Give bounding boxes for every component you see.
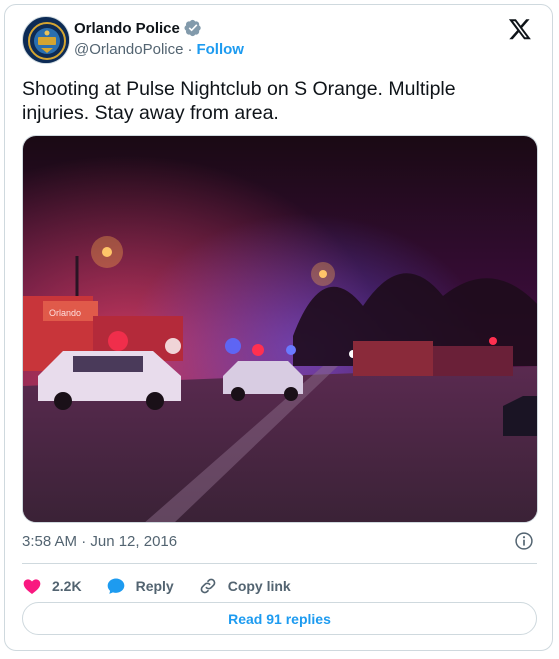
truck-sign-text: Orlando [49,308,81,318]
separator-dot: · [187,41,193,58]
author-name-row: Orlando Police [74,18,202,38]
read-replies-button[interactable]: Read 91 replies [22,602,537,635]
heart-icon [23,579,41,594]
reply-bubble-icon [107,578,124,594]
action-bar: 2.2K Reply Copy link [22,571,315,601]
copy-link-button[interactable]: Copy link [198,576,291,596]
author-handle-row: @OrlandoPolice · Follow [74,41,244,58]
reply-label: Reply [135,578,174,594]
author-avatar[interactable] [22,16,70,64]
link-icon [200,578,216,594]
night-scene-photo: Orlando [23,136,537,522]
reply-button[interactable]: Reply [106,576,174,596]
tweet-text: Shooting at Pulse Nightclub on S Orange.… [22,78,456,124]
x-logo-icon[interactable] [508,17,532,41]
police-badge-logo [24,18,69,63]
follow-button[interactable]: Follow [196,41,244,58]
author-handle[interactable]: @OrlandoPolice [74,41,183,58]
like-button[interactable]: 2.2K [22,576,82,596]
tweet-timestamp[interactable]: 3:58 AM · Jun 12, 2016 [22,533,177,550]
copy-link-label: Copy link [227,578,291,594]
verified-badge-icon [184,19,201,37]
tweet-photo[interactable]: Orlando [22,135,538,523]
like-count: 2.2K [52,578,82,594]
author-name[interactable]: Orlando Police [74,20,180,37]
divider-top [22,563,537,564]
tweet-card: Orlando Police @OrlandoPolice · Follow S… [4,4,553,651]
info-icon[interactable] [514,531,534,551]
